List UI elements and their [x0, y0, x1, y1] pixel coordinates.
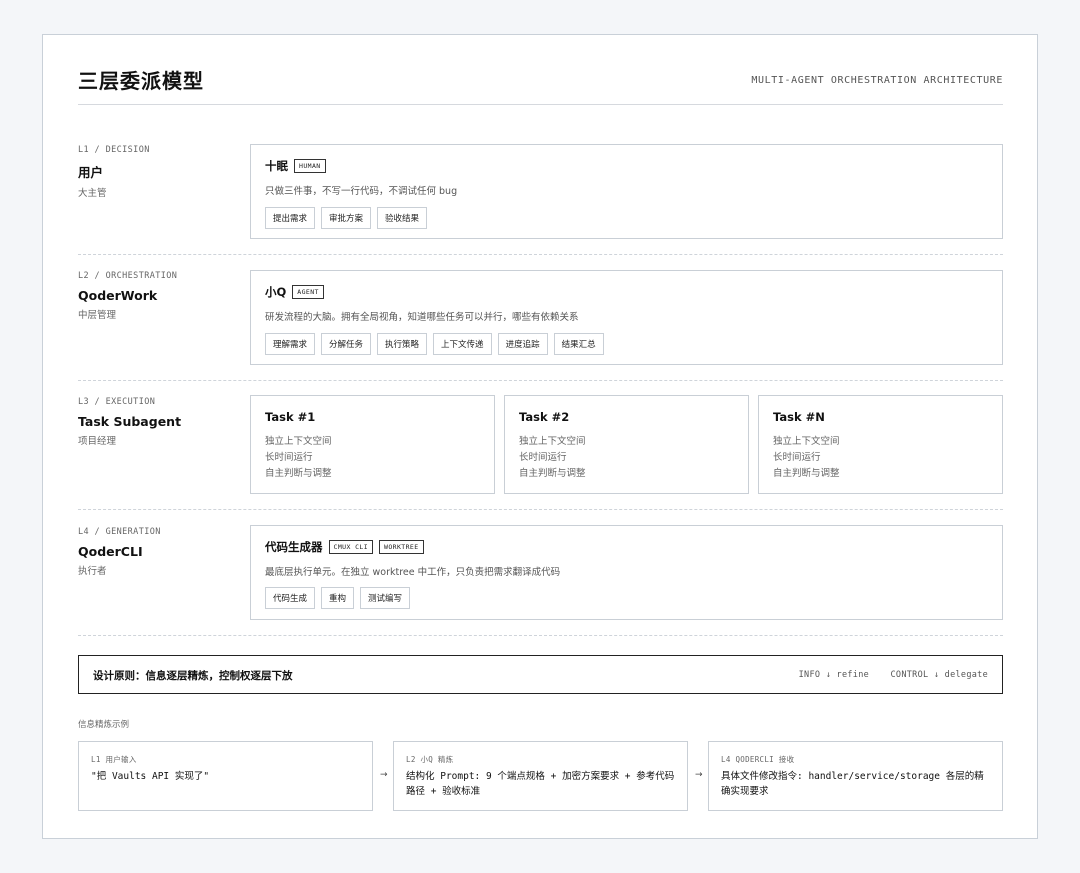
layer-l1-meta: L1 / DECISION 用户 大主管: [78, 145, 150, 199]
chip: 重构: [321, 587, 355, 609]
box-title: 代码生成器: [265, 540, 323, 554]
chip: 分解任务: [321, 333, 372, 355]
example-body: 结构化 Prompt: 9 个端点规格 + 加密方案要求 + 参考代码路径 + …: [406, 771, 675, 797]
task-title: Task #2: [519, 410, 570, 424]
layer-l2-box: 小Q AGENT 研发流程的大脑。拥有全局视角，知道哪些任务可以并行，哪些有依赖…: [250, 270, 1003, 365]
layer-name: Task Subagent: [78, 414, 182, 429]
chip: 理解需求: [265, 333, 316, 355]
chip: 测试编写: [360, 587, 411, 609]
task-line: 长时间运行: [519, 452, 567, 463]
task-lines: 独立上下文空间 长时间运行 自主判断与调整: [265, 434, 332, 482]
box-title: 十眠: [265, 159, 288, 173]
task-line: 自主判断与调整: [265, 468, 332, 479]
example-head: L1 用户输入: [91, 755, 137, 764]
example-card: L1 用户输入 "把 Vaults API 实现了": [78, 741, 373, 811]
badge: AGENT: [292, 285, 324, 299]
task-lines: 独立上下文空间 长时间运行 自主判断与调整: [773, 434, 840, 482]
layer-l4-box: 代码生成器 CMUX CLI WORKTREE 最底层执行单元。在独立 work…: [250, 525, 1003, 620]
example-head: L2 小Q 精炼: [406, 755, 454, 764]
example-card: L4 QODERCLI 接收 具体文件修改指令: handler/service…: [708, 741, 1003, 811]
layer-name: QoderCLI: [78, 544, 143, 559]
layer-l1-box: 十眠 HUMAN 只做三件事，不写一行代码，不调试任何 bug 提出需求 审批方…: [250, 144, 1003, 239]
chip: 验收结果: [377, 207, 428, 229]
layer-role: 执行者: [78, 566, 107, 577]
task-line: 长时间运行: [773, 452, 821, 463]
layer-id: L3 / EXECUTION: [78, 397, 156, 407]
layer-l3-meta: L3 / EXECUTION Task Subagent 项目经理: [78, 397, 181, 447]
layer-name: 用户: [78, 165, 104, 180]
example-body: 具体文件修改指令: handler/service/storage 各层的精确实…: [721, 771, 984, 797]
badge: WORKTREE: [379, 540, 424, 554]
page-subtitle: MULTI-AGENT ORCHESTRATION ARCHITECTURE: [751, 75, 1003, 86]
badge: HUMAN: [294, 159, 326, 173]
header: 三层委派模型 MULTI-AGENT ORCHESTRATION ARCHITE…: [78, 65, 1003, 105]
box-description: 研发流程的大脑。拥有全局视角，知道哪些任务可以并行，哪些有依赖关系: [265, 312, 579, 323]
task-line: 独立上下文空间: [265, 436, 332, 447]
layer-l4-meta: L4 / GENERATION QoderCLI 执行者: [78, 527, 161, 577]
page-title: 三层委派模型: [78, 69, 204, 93]
layer-id: L2 / ORCHESTRATION: [78, 271, 178, 281]
chip-list: 代码生成 重构 测试编写: [265, 587, 416, 609]
example-body: "把 Vaults API 实现了": [91, 771, 210, 782]
diagram-card: 三层委派模型 MULTI-AGENT ORCHESTRATION ARCHITE…: [42, 34, 1038, 839]
task-line: 独立上下文空间: [519, 436, 586, 447]
chip: 执行策略: [377, 333, 428, 355]
layer-role: 中层管理: [78, 310, 117, 321]
layer-id: L1 / DECISION: [78, 145, 150, 155]
info-refine-label: INFO ↓ refine: [798, 670, 870, 680]
box-description: 只做三件事，不写一行代码，不调试任何 bug: [265, 186, 458, 197]
task-line: 长时间运行: [265, 452, 313, 463]
arrow-icon: →: [380, 770, 388, 780]
layer-l2-meta: L2 / ORCHESTRATION QoderWork 中层管理: [78, 271, 177, 321]
example-card: L2 小Q 精炼 结构化 Prompt: 9 个端点规格 + 加密方案要求 + …: [393, 741, 688, 811]
layer-role: 项目经理: [78, 436, 117, 447]
layer-divider: [78, 254, 1003, 255]
examples-label: 信息精炼示例: [78, 720, 130, 730]
task-line: 自主判断与调整: [773, 468, 840, 479]
principle-text: 设计原则：信息逐层精炼，控制权逐层下放: [93, 670, 293, 682]
badge: CMUX CLI: [328, 540, 374, 554]
task-line: 自主判断与调整: [519, 468, 586, 479]
principle-flow: INFO ↓ refine CONTROL ↓ delegate: [783, 670, 988, 680]
layer-divider: [78, 380, 1003, 381]
layer-role: 大主管: [78, 188, 107, 199]
chip: 进度追踪: [497, 333, 548, 355]
chip: 上下文传递: [433, 333, 492, 355]
chip: 审批方案: [321, 207, 372, 229]
task-card: Task #1 独立上下文空间 长时间运行 自主判断与调整: [250, 395, 495, 494]
design-principle-banner: 设计原则：信息逐层精炼，控制权逐层下放 INFO ↓ refine CONTRO…: [78, 655, 1003, 694]
task-title: Task #N: [773, 410, 825, 424]
layer-divider: [78, 635, 1003, 636]
task-line: 独立上下文空间: [773, 436, 840, 447]
box-title: 小Q: [265, 285, 287, 299]
chip: 结果汇总: [553, 333, 604, 355]
layer-id: L4 / GENERATION: [78, 527, 161, 537]
arrow-icon: →: [695, 770, 703, 780]
layer-name: QoderWork: [78, 288, 158, 303]
task-card: Task #2 独立上下文空间 长时间运行 自主判断与调整: [504, 395, 749, 494]
box-description: 最底层执行单元。在独立 worktree 中工作，只负责把需求翻译成代码: [265, 567, 561, 578]
chip: 提出需求: [265, 207, 316, 229]
chip-list: 提出需求 审批方案 验收结果: [265, 207, 433, 229]
task-lines: 独立上下文空间 长时间运行 自主判断与调整: [519, 434, 586, 482]
task-title: Task #1: [265, 410, 316, 424]
task-card: Task #N 独立上下文空间 长时间运行 自主判断与调整: [758, 395, 1003, 494]
chip-list: 理解需求 分解任务 执行策略 上下文传递 进度追踪 结果汇总: [265, 333, 610, 355]
layer-divider: [78, 509, 1003, 510]
control-delegate-label: CONTROL ↓ delegate: [890, 670, 988, 680]
chip: 代码生成: [265, 587, 316, 609]
example-head: L4 QODERCLI 接收: [721, 755, 795, 764]
